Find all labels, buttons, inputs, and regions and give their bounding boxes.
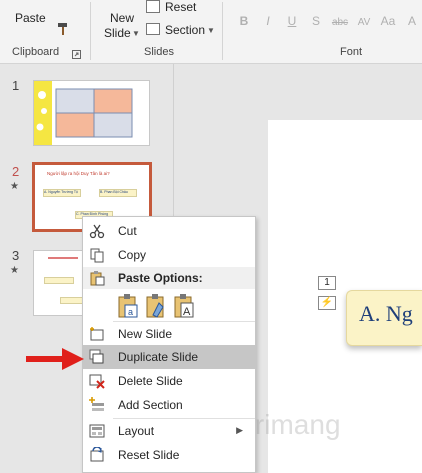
- paste-option-keep-text-only[interactable]: A: [173, 293, 195, 319]
- paste-label: Paste: [15, 11, 46, 25]
- slide-3-preview-box: [44, 277, 74, 284]
- layout-icon: [89, 423, 105, 439]
- menu-label-copy: Copy: [118, 248, 147, 262]
- menu-item-new-slide[interactable]: New Slide: [83, 322, 255, 346]
- menu-item-duplicate-slide[interactable]: Duplicate Slide: [83, 345, 255, 369]
- submenu-arrow-icon: ▶: [236, 425, 243, 435]
- chevron-down-icon: ▼: [132, 29, 140, 38]
- slide-3-preview-box: [60, 297, 82, 304]
- menu-label-layout: Layout: [118, 424, 155, 438]
- section-label: Section: [165, 23, 206, 37]
- slide-2-option-a: A. Nguyễn Trường Tộ: [43, 189, 81, 197]
- paste-option-use-destination-theme[interactable]: a: [117, 293, 139, 319]
- chevron-down-icon: ▼: [207, 26, 215, 35]
- bold-icon[interactable]: B: [232, 14, 256, 28]
- menu-label-add-section: Add Section: [118, 398, 183, 412]
- new-slide-label-2: Slide: [104, 26, 131, 40]
- font-color-icon[interactable]: A: [400, 14, 422, 28]
- character-spacing-icon[interactable]: AV: [352, 17, 376, 28]
- new-slide-button[interactable]: New Slide ▼: [100, 8, 142, 42]
- menu-item-delete-slide[interactable]: Delete Slide: [83, 369, 255, 393]
- menu-item-add-section[interactable]: Add Section: [83, 393, 255, 417]
- underline-icon[interactable]: U: [280, 14, 304, 28]
- clipboard-launcher-icon[interactable]: [72, 48, 81, 59]
- delete-slide-icon: [89, 373, 105, 389]
- paste-option-picture[interactable]: [145, 293, 167, 319]
- menu-item-copy[interactable]: Copy: [83, 243, 255, 267]
- menu-label-new-slide: New Slide: [118, 327, 173, 341]
- section-button[interactable]: Section ▼: [146, 22, 226, 38]
- context-menu: Cut Copy Paste Options: a A New Slide Du…: [82, 216, 256, 473]
- add-section-icon: [89, 397, 105, 413]
- ribbon-separator: [222, 2, 223, 60]
- new-slide-icon: [89, 326, 105, 342]
- menu-item-reset-slide[interactable]: Reset Slide: [83, 443, 255, 467]
- red-arrow-annotation: [26, 346, 84, 375]
- animation-trigger-icon[interactable]: ⚡: [318, 296, 336, 310]
- slides-group-label: Slides: [144, 46, 174, 58]
- reset-icon: [146, 0, 160, 13]
- svg-text:A: A: [183, 306, 191, 318]
- clipboard-icon: [89, 270, 105, 289]
- scissors-icon: [89, 223, 105, 239]
- slide-2-title: Người lập ra hội Duy Tân là ai?: [47, 171, 110, 176]
- menu-label-cut: Cut: [118, 224, 137, 238]
- section-icon: [146, 23, 160, 35]
- copy-icon: [89, 247, 105, 263]
- shadow-icon[interactable]: S: [304, 14, 328, 28]
- animation-marker-1[interactable]: 1: [318, 276, 336, 290]
- change-case-icon[interactable]: Aa: [376, 14, 400, 28]
- slide-2-option-b: B. Phan Bội Châu: [99, 189, 137, 197]
- format-painter-icon[interactable]: [56, 22, 70, 36]
- font-format-icons: B I U Sabc AV Aa A: [232, 14, 422, 28]
- menu-item-layout[interactable]: Layout ▶: [83, 419, 255, 443]
- duplicate-slide-icon: [89, 349, 105, 365]
- strikethrough-icon[interactable]: abc: [328, 17, 352, 28]
- answer-textbox[interactable]: A. Ng: [346, 290, 422, 346]
- slide-thumbnail-1[interactable]: [33, 80, 150, 146]
- transition-star-icon: ★: [10, 181, 19, 192]
- transition-star-icon: ★: [10, 265, 19, 276]
- menu-item-cut[interactable]: Cut: [83, 219, 255, 243]
- menu-label-reset-slide: Reset Slide: [118, 448, 180, 462]
- slide-3-preview: [48, 257, 78, 259]
- italic-icon[interactable]: I: [256, 14, 280, 28]
- slide-number-1: 1: [12, 78, 20, 93]
- clipboard-group-label: Clipboard: [12, 46, 60, 58]
- reset-label: Reset: [165, 0, 197, 14]
- paste-options-label: Paste Options:: [118, 271, 203, 285]
- paste-button[interactable]: Paste: [8, 0, 50, 30]
- paste-options-header: Paste Options:: [83, 267, 255, 289]
- slide-number-2: 2: [12, 164, 20, 179]
- reset-button[interactable]: Reset: [146, 0, 216, 16]
- ribbon: Paste Clipboard New Slide ▼ Reset Sectio…: [0, 0, 422, 64]
- font-group-label: Font: [340, 46, 363, 58]
- new-slide-label-1: New: [110, 11, 135, 25]
- slide-thumbnail-3[interactable]: [33, 250, 83, 316]
- reset-slide-icon: [89, 446, 105, 463]
- slide-number-3: 3: [12, 248, 20, 263]
- slide-1-preview: [34, 81, 133, 145]
- menu-label-delete-slide: Delete Slide: [118, 374, 183, 388]
- svg-text:a: a: [128, 307, 133, 317]
- ribbon-separator: [90, 2, 91, 60]
- menu-label-duplicate-slide: Duplicate Slide: [118, 350, 199, 364]
